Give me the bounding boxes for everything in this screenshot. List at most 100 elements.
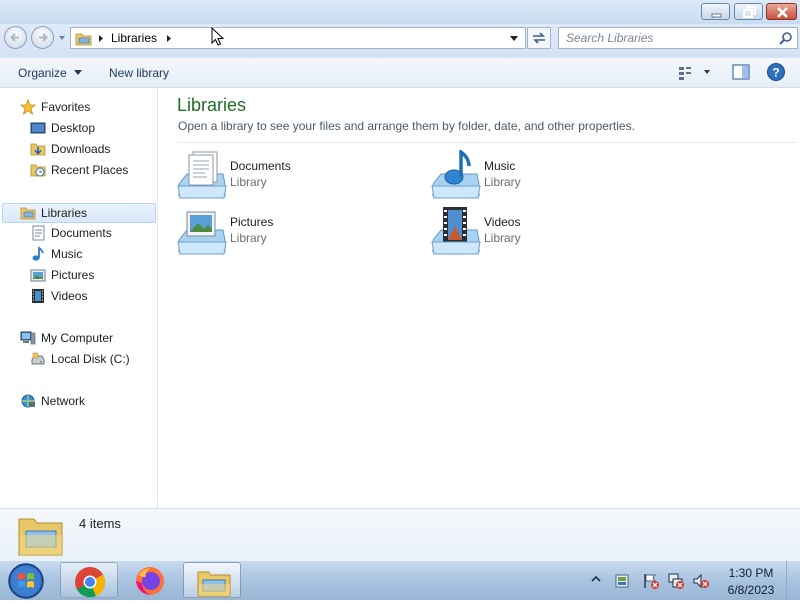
- library-name: Pictures: [230, 215, 274, 229]
- library-videos[interactable]: Videos Library: [431, 206, 671, 258]
- mouse-cursor-icon: [211, 27, 225, 46]
- chrome-icon: [75, 567, 106, 598]
- film-strip-icon: [32, 289, 44, 303]
- content-area: Libraries Open a library to see your fil…: [159, 88, 800, 508]
- nav-network-label: Network: [41, 394, 86, 408]
- minimize-button[interactable]: [701, 3, 730, 20]
- recent-pages-dropdown-icon[interactable]: [58, 34, 66, 42]
- organize-button[interactable]: Organize: [10, 64, 91, 82]
- library-documents[interactable]: Documents Library: [177, 150, 417, 202]
- nav-my-computer-label: My Computer: [41, 331, 114, 345]
- address-row: Libraries Search Libraries: [0, 24, 800, 58]
- action-center-flag-icon[interactable]: [642, 572, 660, 590]
- help-icon: ?: [767, 63, 785, 81]
- show-desktop-button[interactable]: [786, 561, 800, 600]
- page-title: Libraries: [177, 95, 247, 115]
- network-status-icon[interactable]: [667, 572, 685, 590]
- videos-library-icon: [431, 207, 481, 255]
- documents-library-icon: [177, 151, 227, 199]
- chevron-right-icon[interactable]: [97, 34, 105, 43]
- item-count: 4 items: [79, 516, 121, 531]
- library-pictures[interactable]: Pictures Library: [177, 206, 417, 258]
- nav-item-label: Music: [51, 247, 83, 261]
- chevron-down-icon: [74, 70, 83, 75]
- restore-icon: [743, 6, 756, 18]
- page-description: Open a library to see your files and arr…: [178, 119, 635, 133]
- forward-arrow-icon: [39, 33, 48, 42]
- organize-label: Organize: [18, 66, 67, 80]
- taskbar-chrome-button[interactable]: [60, 562, 118, 598]
- pictures-icon: [30, 269, 46, 282]
- desktop-icon: [30, 122, 46, 134]
- start-button[interactable]: [6, 561, 46, 601]
- computer-icon: [20, 331, 36, 345]
- library-type: Library: [230, 175, 267, 189]
- library-type: Library: [230, 231, 267, 245]
- back-button[interactable]: [4, 26, 27, 49]
- tray-app-icon[interactable]: [614, 572, 632, 590]
- command-bar: Organize New library ?: [0, 58, 800, 88]
- minimize-icon: [711, 13, 722, 18]
- libraries-explorer-icon: [197, 571, 231, 597]
- music-library-icon: [431, 150, 481, 199]
- help-button[interactable]: ?: [766, 62, 786, 82]
- new-library-button[interactable]: New library: [101, 64, 177, 82]
- windows-start-icon: [8, 563, 44, 599]
- libraries-folder-icon: [20, 207, 36, 220]
- local-disk-icon: [31, 352, 45, 365]
- library-name: Music: [484, 159, 516, 173]
- refresh-icon: [533, 32, 545, 44]
- svg-text:?: ?: [772, 66, 779, 80]
- recent-places-icon: [30, 164, 46, 177]
- nav-item-label: Downloads: [51, 142, 111, 156]
- nav-item-label: Pictures: [51, 268, 95, 282]
- preview-pane-icon: [732, 64, 750, 80]
- library-music[interactable]: Music Library: [431, 150, 671, 202]
- refresh-button[interactable]: [527, 27, 551, 49]
- close-icon: [777, 7, 788, 18]
- new-library-label: New library: [109, 66, 170, 80]
- libraries-large-icon: [18, 518, 63, 556]
- search-input[interactable]: Search Libraries: [566, 31, 653, 45]
- volume-muted-icon[interactable]: [692, 572, 710, 590]
- preview-pane-button[interactable]: [731, 63, 751, 81]
- chevron-right-icon[interactable]: [165, 34, 173, 43]
- breadcrumb-libraries[interactable]: Libraries: [111, 31, 157, 45]
- show-hidden-icons-icon[interactable]: [591, 575, 601, 583]
- window-titlebar[interactable]: [0, 0, 800, 24]
- nav-item-label: Desktop: [51, 121, 96, 135]
- views-icon: [679, 67, 710, 80]
- restore-button[interactable]: [734, 3, 763, 20]
- pictures-library-icon: [177, 211, 227, 255]
- header-divider: [177, 142, 797, 143]
- nav-favorites-label: Favorites: [41, 100, 91, 114]
- search-icon[interactable]: [778, 31, 794, 47]
- star-icon: [20, 99, 36, 115]
- documents-icon: [32, 225, 45, 241]
- nav-item-label: Videos: [51, 289, 88, 303]
- clock-date[interactable]: 6/8/2023: [722, 583, 780, 597]
- address-history-dropdown-icon[interactable]: [509, 35, 519, 43]
- nav-item-label: Local Disk (C:): [51, 352, 130, 366]
- details-pane: 4 items: [0, 508, 800, 560]
- nav-libraries-label: Libraries: [41, 206, 88, 220]
- search-box[interactable]: Search Libraries: [558, 27, 798, 49]
- library-name: Documents: [230, 159, 291, 173]
- navigation-pane: Favorites Desktop Downloads Recent Place…: [0, 88, 158, 508]
- clock-time[interactable]: 1:30 PM: [726, 566, 776, 580]
- network-icon: [21, 394, 35, 408]
- nav-item-label: Recent Places: [51, 163, 129, 177]
- music-note-icon: [32, 246, 44, 261]
- change-view-button[interactable]: [676, 63, 714, 81]
- downloads-folder-icon: [30, 143, 46, 156]
- firefox-icon: [136, 567, 164, 595]
- close-button[interactable]: [766, 3, 797, 20]
- forward-button[interactable]: [31, 26, 54, 49]
- address-bar[interactable]: Libraries: [70, 27, 526, 49]
- back-arrow-icon: [10, 33, 19, 42]
- taskbar-explorer-button[interactable]: [183, 562, 241, 598]
- libraries-folder-icon: [75, 33, 92, 46]
- library-type: Library: [484, 231, 521, 245]
- library-type: Library: [484, 175, 521, 189]
- taskbar-firefox-button[interactable]: [121, 562, 179, 598]
